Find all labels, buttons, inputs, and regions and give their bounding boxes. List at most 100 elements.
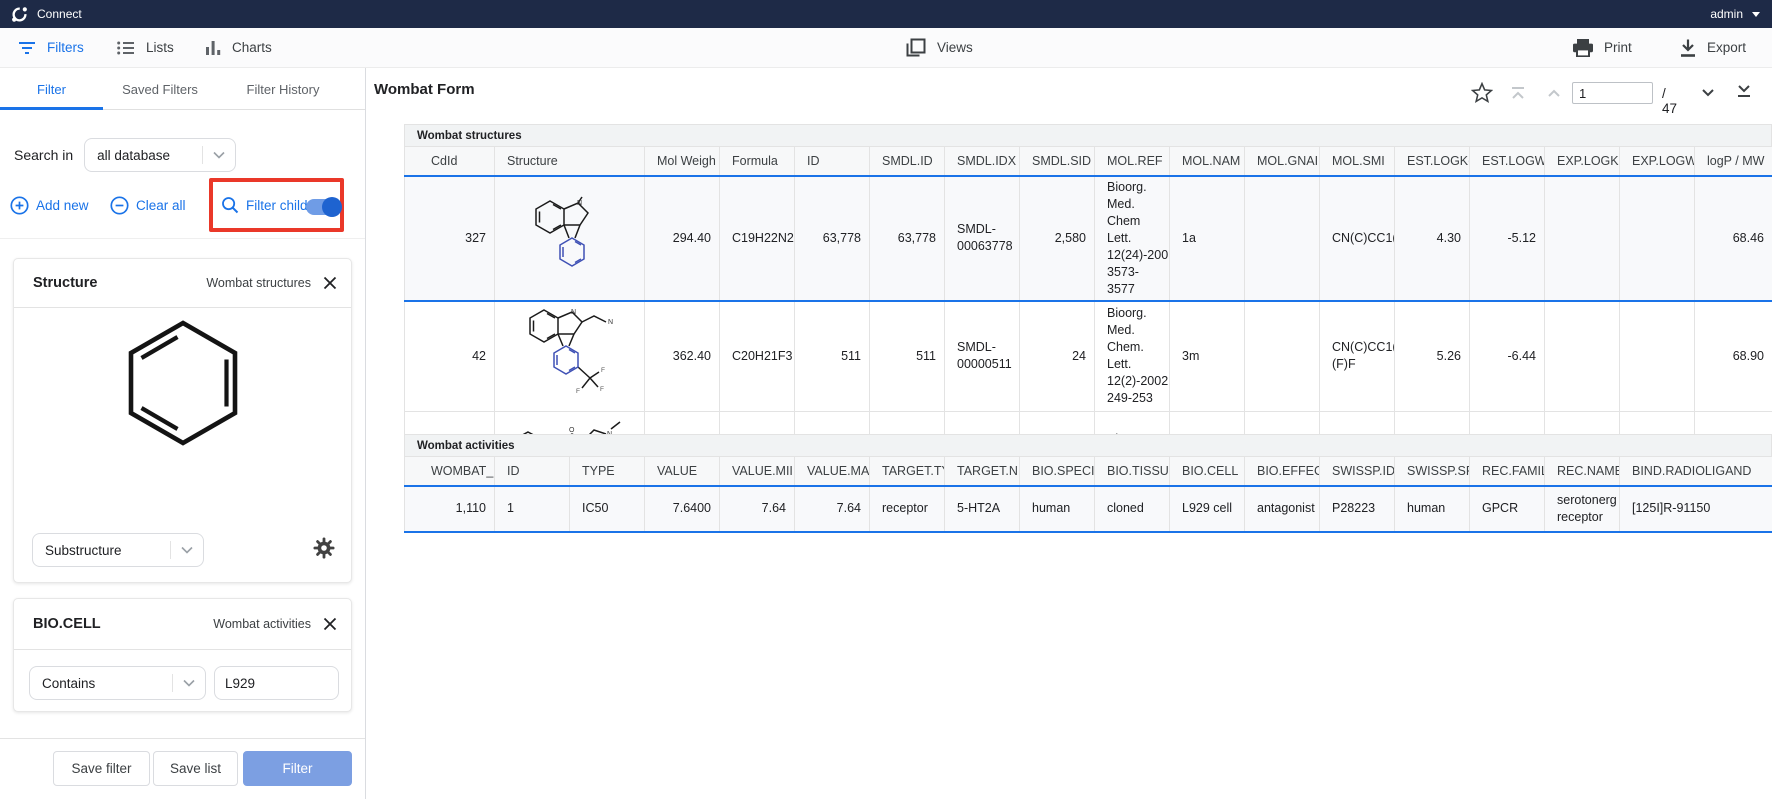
structure-query-canvas[interactable] [118,317,248,470]
column-header[interactable]: Structure [495,147,645,176]
save-list-button[interactable]: Save list [153,751,238,786]
operator-select[interactable]: Contains [29,666,206,700]
chevron-down-icon [170,541,203,559]
column-header[interactable]: SWISSP.SF [1395,457,1470,486]
molecule-thumbnail: N O N [495,411,645,434]
column-header[interactable]: SMDL.SID [1020,147,1095,176]
export-button[interactable]: Export [1680,28,1746,67]
column-header[interactable]: EXP.LOGK( [1545,147,1620,176]
filter-child-toggle[interactable] [306,199,340,215]
export-icon [1680,39,1696,57]
tab-filter-history[interactable]: Filter History [217,68,349,110]
add-new-button[interactable]: Add new [10,195,89,215]
column-header[interactable]: MOL.NAM [1170,147,1245,176]
sidebar-footer: Save filter Save list Filter [0,738,365,799]
gear-icon[interactable] [313,537,335,564]
structures-row-selected[interactable]: 327 N [405,176,1772,301]
page-title: Wombat Form [374,81,475,98]
charts-button[interactable]: Charts [206,28,272,67]
column-header[interactable]: Formula [720,147,795,176]
column-header[interactable]: TARGET.N [945,457,1020,486]
column-header[interactable]: VALUE [645,457,720,486]
caret-down-icon [1752,12,1760,17]
activities-row-selected[interactable]: 1,110 1 IC50 7.6400 7.64 7.64 receptor 5… [405,486,1772,532]
toggle-knob [322,197,342,217]
column-header[interactable]: BIND.RADIOLIGAND [1620,457,1772,486]
column-header[interactable]: TARGET.TY [870,457,945,486]
benzene-ring-drawing [118,317,248,465]
column-header[interactable]: Mol Weigh [645,147,720,176]
column-header[interactable]: BIO.CELL [1170,457,1245,486]
structures-row[interactable]: 42 [405,301,1772,412]
svg-text:N: N [571,309,576,316]
close-icon[interactable] [323,617,337,631]
search-in-select[interactable]: all database [84,138,236,172]
column-header[interactable]: TYPE [570,457,645,486]
structures-section-header: Wombat structures [404,124,1772,146]
connect-app: Connect admin Filters Lists Charts Views… [0,0,1772,799]
column-header[interactable]: MOL.SMI [1320,147,1395,176]
column-header[interactable]: WOMBAT_ [405,457,495,486]
filter-button[interactable]: Filter [243,751,352,786]
sidebar-tabs: Filter Saved Filters Filter History [0,68,365,110]
svg-text:N: N [608,319,613,326]
clear-all-button[interactable]: Clear all [110,195,186,215]
lists-icon [117,41,135,55]
molecule-thumbnail: N [495,176,645,301]
lists-button[interactable]: Lists [117,28,174,67]
user-menu[interactable]: admin [1710,0,1760,28]
filters-button[interactable]: Filters [18,28,84,67]
last-record-icon[interactable] [1736,84,1752,104]
column-header[interactable]: ID [795,147,870,176]
chevron-down-icon [172,674,205,692]
column-header[interactable]: ID [495,457,570,486]
user-name: admin [1710,7,1743,21]
column-header[interactable]: BIO.EFFEC [1245,457,1320,486]
structure-filter-card: Structure Wombat structures Substructure [13,258,352,583]
structures-header-row: CdId Structure Mol Weigh Formula ID SMDL… [405,147,1772,176]
column-header[interactable]: REC.NAME [1545,457,1620,486]
record-number-input[interactable] [1572,82,1653,104]
views-button[interactable]: Views [905,28,973,67]
column-header[interactable]: SMDL.IDX [945,147,1020,176]
record-count: / 47 [1662,86,1677,116]
column-header[interactable]: BIO.TISSU [1095,457,1170,486]
brand: Connect [10,0,82,28]
column-header[interactable]: VALUE.MA [795,457,870,486]
column-header[interactable]: BIO.SPECI [1020,457,1095,486]
column-header[interactable]: SMDL.ID [870,147,945,176]
wombat-activities-widget: Wombat activities WOMBAT_ ID TYPE VALUE … [404,434,1772,533]
match-mode-select[interactable]: Substructure [32,533,204,567]
star-icon[interactable] [1471,82,1493,108]
previous-record-icon[interactable] [1546,86,1562,104]
filter-child-button[interactable]: Filter child [221,195,308,215]
column-header[interactable]: EXP.LOGW [1620,147,1695,176]
next-record-icon[interactable] [1700,86,1716,104]
column-header[interactable]: logP / MW [1695,147,1772,176]
biocell-value-input[interactable] [214,666,339,700]
column-header[interactable]: VALUE.MII [720,457,795,486]
first-record-icon[interactable] [1510,86,1526,106]
divider [0,238,365,239]
print-button[interactable]: Print [1573,28,1632,67]
structure-card-header: Structure Wombat structures [14,259,351,308]
biocell-filter-card: BIO.CELL Wombat activities Contains [13,598,352,712]
column-header[interactable]: MOL.REF [1095,147,1170,176]
column-header[interactable]: CdId [405,147,495,176]
print-icon [1573,39,1593,57]
column-header[interactable]: MOL.GNAI [1245,147,1320,176]
tab-filter[interactable]: Filter [0,68,103,110]
save-filter-button[interactable]: Save filter [53,751,150,786]
biocell-card-title: BIO.CELL [33,616,101,632]
tab-saved-filters[interactable]: Saved Filters [103,68,217,110]
close-icon[interactable] [323,276,337,290]
column-header[interactable]: EST.LOGK( [1395,147,1470,176]
activities-table: WOMBAT_ ID TYPE VALUE VALUE.MII VALUE.MA… [404,456,1772,533]
structures-row[interactable]: 43 N O N [405,411,1772,434]
column-header[interactable]: EST.LOGW [1470,147,1545,176]
search-in-row: Search in all database [14,138,236,172]
add-circle-icon [10,196,29,215]
column-header[interactable]: REC.FAMIL [1470,457,1545,486]
column-header[interactable]: SWISSP.ID [1320,457,1395,486]
activities-section-header: Wombat activities [404,434,1772,456]
